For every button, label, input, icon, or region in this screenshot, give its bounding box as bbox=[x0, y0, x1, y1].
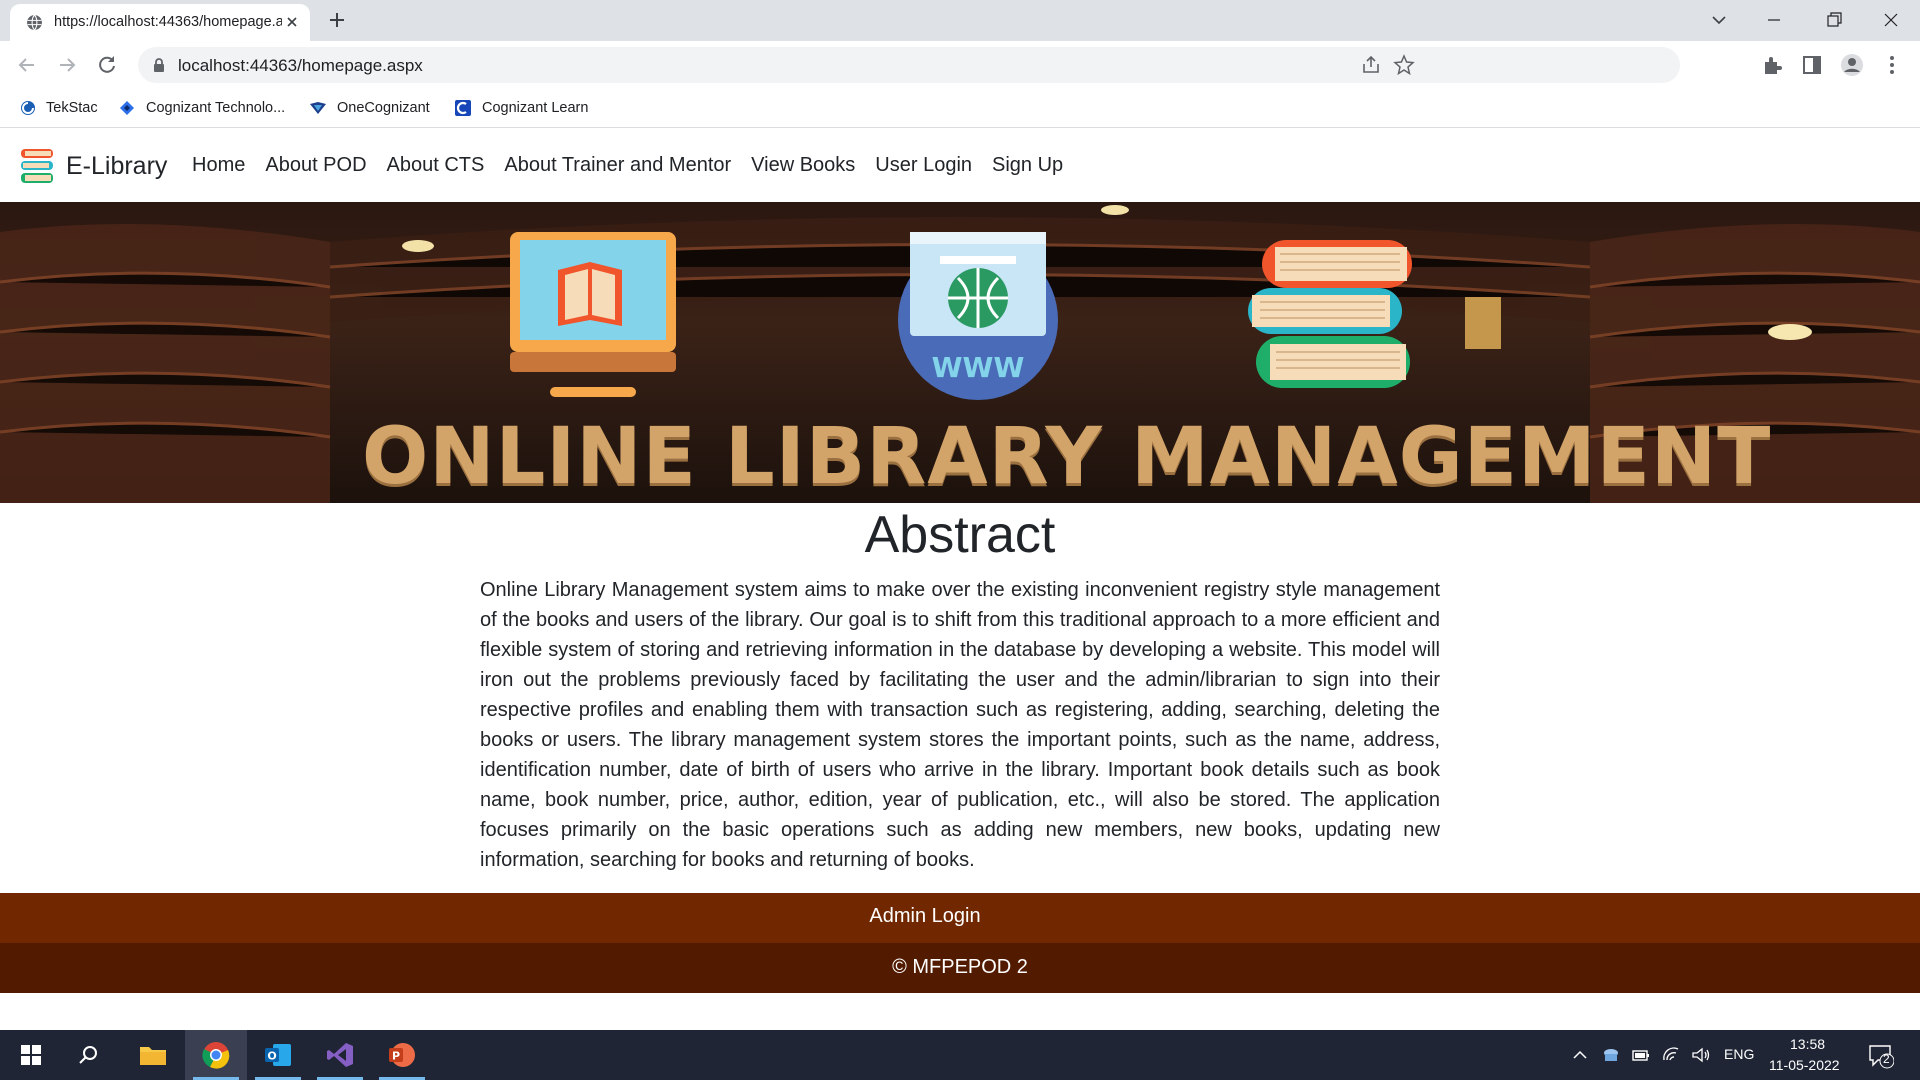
tekstac-icon bbox=[21, 101, 35, 115]
notification-count: 2 bbox=[1883, 1052, 1890, 1066]
tab-title: https://localhost:44363/homepage.aspx bbox=[54, 14, 282, 30]
admin-login-link[interactable]: Admin Login bbox=[869, 905, 980, 928]
footer-links: Admin Login bbox=[0, 893, 1920, 943]
forward-icon[interactable] bbox=[54, 52, 80, 78]
site-navbar: E-Library Home About POD About CTS About… bbox=[0, 128, 1920, 202]
search-icon bbox=[79, 1046, 97, 1064]
restore-icon[interactable] bbox=[1820, 8, 1848, 32]
side-panel-icon[interactable] bbox=[1800, 53, 1824, 77]
cognizant-learn-icon bbox=[455, 100, 471, 116]
bookmarks-bar: TekStac Cognizant Technolo... OneCogniza… bbox=[0, 89, 1920, 128]
chrome-icon bbox=[202, 1042, 230, 1069]
nav-user-login[interactable]: User Login bbox=[875, 154, 972, 177]
nav-about-cts[interactable]: About CTS bbox=[387, 154, 485, 177]
minimize-icon[interactable] bbox=[1760, 8, 1788, 32]
books-logo-icon bbox=[21, 149, 53, 183]
volume-icon[interactable] bbox=[1691, 1045, 1711, 1065]
close-tab-icon[interactable] bbox=[282, 12, 302, 32]
windows-logo-icon bbox=[21, 1045, 41, 1065]
wifi-icon[interactable] bbox=[1661, 1045, 1681, 1065]
nav-about-pod[interactable]: About POD bbox=[265, 154, 366, 177]
bookmark-label: Cognizant Technolo... bbox=[146, 100, 286, 116]
new-tab-icon[interactable] bbox=[325, 8, 349, 32]
extensions-icon[interactable] bbox=[1760, 53, 1784, 77]
taskbar-outlook[interactable]: O bbox=[247, 1030, 309, 1080]
close-window-icon[interactable] bbox=[1877, 8, 1905, 32]
tab-strip: https://localhost:44363/homepage.aspx bbox=[0, 0, 1920, 41]
brand-name: E-Library bbox=[66, 151, 168, 180]
nav-home[interactable]: Home bbox=[192, 154, 245, 177]
reload-icon[interactable] bbox=[94, 52, 120, 78]
lock-icon[interactable] bbox=[150, 56, 168, 74]
brand[interactable]: E-Library bbox=[18, 146, 167, 186]
footer-copyright-bar: © MFPEPOD 2 bbox=[0, 943, 1920, 993]
browser-toolbar: localhost:44363/homepage.aspx bbox=[0, 41, 1920, 89]
nav-about-trainer-mentor[interactable]: About Trainer and Mentor bbox=[504, 154, 731, 177]
bookmark-label: Cognizant Learn bbox=[482, 100, 589, 116]
bookmark-label: TekStac bbox=[46, 100, 98, 116]
bookmark-star-icon[interactable] bbox=[1393, 54, 1415, 76]
powerpoint-icon: P bbox=[389, 1043, 415, 1067]
tab-search-icon[interactable] bbox=[1705, 8, 1733, 32]
nav-sign-up[interactable]: Sign Up bbox=[992, 154, 1063, 177]
battery-icon[interactable] bbox=[1631, 1045, 1651, 1065]
cloud-sync-icon[interactable] bbox=[1601, 1045, 1621, 1065]
onecognizant-icon bbox=[310, 102, 326, 114]
notification-icon[interactable] bbox=[1868, 1043, 1894, 1069]
abstract-heading: Abstract bbox=[864, 506, 1056, 564]
back-icon[interactable] bbox=[14, 52, 40, 78]
menu-icon[interactable] bbox=[1880, 53, 1904, 77]
address-bar[interactable]: localhost:44363/homepage.aspx bbox=[138, 47, 1680, 83]
chevron-up-icon[interactable] bbox=[1570, 1045, 1590, 1065]
bookmark-label: OneCognizant bbox=[337, 100, 430, 116]
cognizant-icon bbox=[120, 101, 134, 115]
clock-date[interactable]: 11-05-2022 bbox=[1769, 1057, 1840, 1073]
start-button[interactable] bbox=[0, 1030, 62, 1080]
nav-view-books[interactable]: View Books bbox=[751, 154, 855, 177]
taskbar-search-button[interactable] bbox=[58, 1030, 120, 1080]
bookmark-tekstac[interactable]: TekStac bbox=[20, 97, 98, 119]
taskbar-file-explorer[interactable] bbox=[122, 1030, 184, 1080]
profile-icon[interactable] bbox=[1840, 53, 1864, 77]
globe-icon bbox=[27, 14, 42, 31]
url-text[interactable]: localhost:44363/homepage.aspx bbox=[178, 56, 423, 76]
taskbar-powerpoint[interactable]: P bbox=[371, 1030, 433, 1080]
bookmark-cognizant-learn[interactable]: Cognizant Learn bbox=[454, 97, 588, 119]
bookmark-cognizant[interactable]: Cognizant Technolo... bbox=[118, 97, 285, 119]
svg-text:O: O bbox=[267, 1050, 276, 1063]
www-label: WWW bbox=[932, 351, 1025, 384]
hero-banner: WWW ONLINE LIBRARY MANAGEMENT bbox=[0, 202, 1920, 503]
abstract-paragraph: Online Library Management system aims to… bbox=[480, 579, 1440, 871]
bookmark-onecognizant[interactable]: OneCognizant bbox=[309, 97, 430, 119]
nav-links: Home About POD About CTS About Trainer a… bbox=[192, 154, 1083, 177]
windows-taskbar: O P ENG 13:58 11-05-2022 2 bbox=[0, 1030, 1920, 1080]
language-indicator[interactable]: ENG bbox=[1724, 1046, 1754, 1062]
clock-time[interactable]: 13:58 bbox=[1790, 1036, 1825, 1052]
taskbar-chrome[interactable] bbox=[185, 1030, 247, 1080]
copyright-text: © MFPEPOD 2 bbox=[892, 956, 1028, 978]
share-icon[interactable] bbox=[1360, 54, 1382, 76]
banner-title: ONLINE LIBRARY MANAGEMENT bbox=[362, 412, 1772, 502]
outlook-icon: O bbox=[265, 1044, 291, 1066]
folder-icon bbox=[140, 1047, 166, 1065]
taskbar-visual-studio[interactable] bbox=[309, 1030, 371, 1080]
visual-studio-icon bbox=[327, 1043, 353, 1067]
svg-text:P: P bbox=[392, 1050, 400, 1063]
browser-tab[interactable]: https://localhost:44363/homepage.aspx bbox=[10, 4, 310, 41]
